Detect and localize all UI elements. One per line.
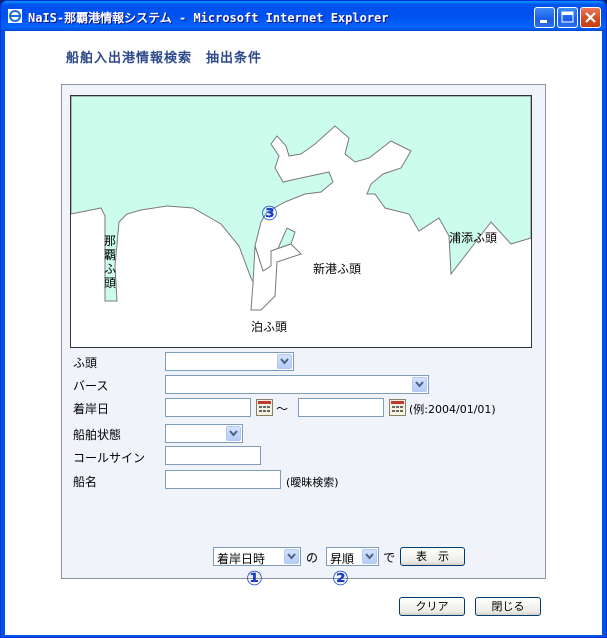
sort-order-dropdown-button[interactable] — [362, 549, 377, 564]
shipname-input[interactable] — [165, 470, 281, 489]
map-label-naha: 那覇ふ頭 — [104, 234, 117, 290]
shipname-hint: (曖昧検索) — [286, 476, 339, 489]
chevron-down-icon — [365, 553, 374, 560]
map-label-urasoe: 浦添ふ頭 — [449, 231, 498, 245]
chevron-down-icon — [229, 430, 238, 437]
pier-dropdown-button[interactable] — [277, 354, 292, 369]
chevron-down-icon — [287, 553, 296, 560]
close-button[interactable]: 閉じる — [475, 597, 541, 616]
status-dropdown-button[interactable] — [226, 426, 241, 441]
maximize-button[interactable] — [557, 7, 578, 28]
chevron-down-icon — [280, 358, 289, 365]
port-map[interactable]: 那覇ふ頭 新港ふ頭 泊ふ頭 浦添ふ頭 ③ — [70, 95, 532, 348]
map-marker-3: ③ — [261, 201, 278, 225]
chevron-down-icon — [415, 381, 424, 388]
shipname-label: 船名 — [73, 475, 98, 489]
date-to-calendar-icon[interactable] — [389, 399, 406, 416]
status-select[interactable] — [165, 424, 243, 443]
tomari-pier-edge — [250, 243, 302, 311]
sort-marker-2: ② — [332, 566, 349, 590]
window-title: NaIS-那覇港情報システム - Microsoft Internet Expl… — [28, 11, 389, 25]
port-map-drawing — [71, 96, 531, 311]
date-from-input[interactable] — [165, 398, 251, 417]
title-bar[interactable]: NaIS-那覇港情報システム - Microsoft Internet Expl… — [1, 1, 606, 31]
date-range-tilde: ～ — [276, 402, 289, 416]
minimize-icon — [540, 20, 547, 23]
callsign-input[interactable] — [165, 446, 261, 465]
sort-marker-1: ① — [246, 566, 263, 590]
sort-field-dropdown-button[interactable] — [284, 549, 299, 564]
date-from-calendar-icon[interactable] — [256, 399, 273, 416]
sea-area — [71, 96, 531, 302]
map-label-shinko: 新港ふ頭 — [313, 262, 362, 276]
berth-dropdown-button[interactable] — [412, 377, 427, 392]
berth-select[interactable] — [165, 375, 429, 394]
callsign-label: コールサイン — [73, 451, 146, 465]
pier-select[interactable] — [165, 352, 294, 371]
status-label: 船舶状態 — [73, 428, 122, 442]
sort-of-text: の — [306, 551, 319, 565]
close-icon — [585, 12, 596, 23]
close-window-button[interactable] — [580, 7, 601, 28]
minimize-button[interactable] — [534, 7, 555, 28]
ie-icon — [8, 9, 22, 23]
date-label: 着岸日 — [73, 402, 110, 416]
page-title: 船舶入出港情報検索 抽出条件 — [66, 51, 263, 66]
date-hint: (例:2004/01/01) — [409, 403, 496, 416]
sort-order-select[interactable]: 昇順 — [326, 547, 379, 566]
maximize-icon — [561, 11, 574, 23]
date-to-input[interactable] — [298, 398, 384, 417]
show-button[interactable]: 表 示 — [400, 547, 465, 566]
sort-de-text: で — [383, 551, 396, 565]
pier-label: ふ頭 — [73, 356, 98, 370]
map-label-tomari: 泊ふ頭 — [251, 320, 288, 334]
sort-field-select[interactable]: 着岸日時 — [213, 547, 301, 566]
berth-label: バース — [73, 379, 109, 393]
clear-button[interactable]: クリア — [399, 597, 465, 616]
